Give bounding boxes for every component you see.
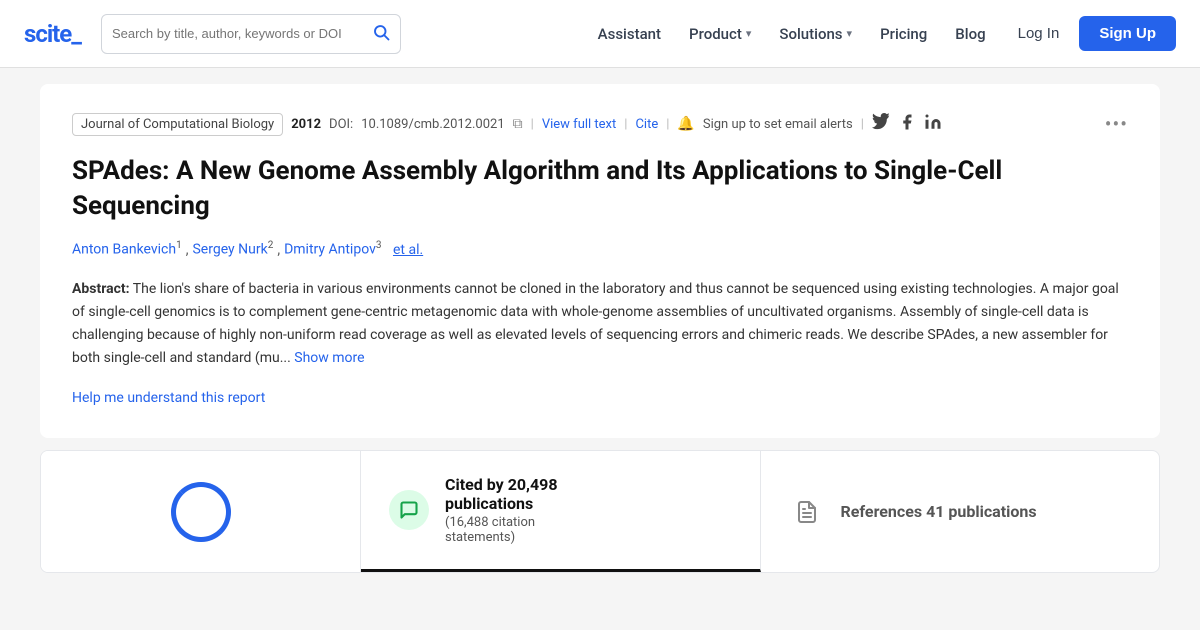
citations-tab[interactable]: Cited by 20,498 publications (16,488 cit… bbox=[361, 451, 761, 572]
meta-sep-2: | bbox=[624, 117, 627, 132]
nav-links: Assistant Product ▾ Solutions ▾ Pricing … bbox=[586, 16, 1176, 51]
login-button[interactable]: Log In bbox=[1002, 17, 1076, 50]
alert-text: Sign up to set email alerts bbox=[703, 117, 853, 132]
et-al-link[interactable]: et al. bbox=[393, 242, 423, 258]
nav-assistant[interactable]: Assistant bbox=[586, 17, 673, 51]
journal-badge: Journal of Computational Biology bbox=[72, 113, 283, 136]
copy-doi-icon[interactable]: ⧉ bbox=[513, 116, 523, 132]
author-2-link[interactable]: Sergey Nurk2 bbox=[192, 240, 273, 258]
article-title: SPAdes: A New Genome Assembly Algorithm … bbox=[72, 154, 1128, 224]
twitter-icon[interactable] bbox=[872, 113, 890, 135]
author-1-link[interactable]: Anton Bankevich1 bbox=[72, 240, 182, 258]
product-chevron-icon: ▾ bbox=[746, 27, 752, 40]
spinner-section bbox=[41, 451, 361, 572]
more-options-icon[interactable]: ••• bbox=[1105, 112, 1128, 136]
authors-list: Anton Bankevich1 , Sergey Nurk2 , Dmitry… bbox=[72, 240, 1128, 258]
meta-doi-value: 10.1089/cmb.2012.0021 bbox=[361, 117, 504, 132]
nav-blog[interactable]: Blog bbox=[943, 17, 997, 51]
citation-statements: (16,488 citation statements) bbox=[445, 515, 558, 545]
document-icon bbox=[789, 494, 825, 530]
nav-pricing[interactable]: Pricing bbox=[868, 17, 939, 51]
cited-by-label: Cited by 20,498 publications bbox=[445, 475, 558, 513]
stats-section: Cited by 20,498 publications (16,488 cit… bbox=[40, 450, 1160, 573]
search-input[interactable] bbox=[112, 26, 364, 41]
nav-product[interactable]: Product ▾ bbox=[677, 17, 763, 51]
linkedin-icon[interactable] bbox=[924, 113, 942, 135]
signup-button[interactable]: Sign Up bbox=[1079, 16, 1176, 51]
search-icon bbox=[372, 23, 390, 45]
chat-bubble-icon bbox=[389, 490, 429, 530]
loading-spinner bbox=[171, 482, 231, 542]
show-more-link[interactable]: Show more bbox=[294, 350, 364, 366]
meta-line: Journal of Computational Biology 2012 DO… bbox=[72, 112, 1128, 136]
abstract-text: Abstract: The lion's share of bacteria i… bbox=[72, 278, 1128, 370]
search-box bbox=[101, 14, 401, 54]
meta-year: 2012 bbox=[291, 117, 321, 132]
article-card: Journal of Computational Biology 2012 DO… bbox=[40, 84, 1160, 438]
navbar: scite_ Assistant Product ▾ Solutions ▾ P… bbox=[0, 0, 1200, 68]
bell-icon[interactable]: 🔔 bbox=[677, 116, 694, 132]
view-full-text-link[interactable]: View full text bbox=[542, 117, 616, 132]
solutions-chevron-icon: ▾ bbox=[847, 27, 853, 40]
meta-sep-1: | bbox=[531, 117, 534, 132]
site-logo[interactable]: scite_ bbox=[24, 20, 81, 48]
references-label: References 41 publications bbox=[841, 502, 1037, 521]
meta-sep-4: | bbox=[861, 117, 864, 132]
facebook-icon[interactable] bbox=[898, 113, 916, 135]
cite-link[interactable]: Cite bbox=[635, 117, 658, 132]
main-content: Journal of Computational Biology 2012 DO… bbox=[20, 68, 1180, 573]
references-tab[interactable]: References 41 publications bbox=[761, 451, 1160, 572]
help-link[interactable]: Help me understand this report bbox=[72, 390, 265, 406]
nav-solutions[interactable]: Solutions ▾ bbox=[767, 17, 864, 51]
meta-doi-label: DOI: bbox=[329, 117, 353, 132]
social-icons bbox=[872, 113, 942, 135]
author-3-link[interactable]: Dmitry Antipov3 bbox=[284, 240, 381, 258]
meta-sep-3: | bbox=[666, 117, 669, 132]
